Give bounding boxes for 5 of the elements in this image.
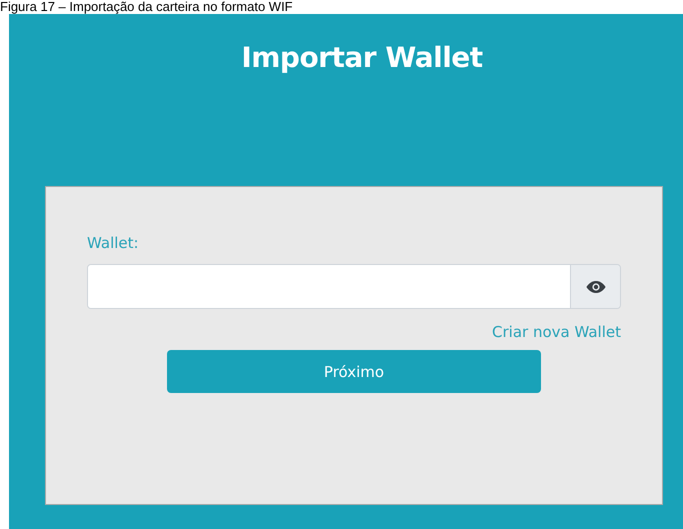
page-title: Importar Wallet (241, 41, 483, 74)
create-wallet-link[interactable]: Criar nova Wallet (492, 323, 621, 341)
figure-caption: Figura 17 – Importação da carteira no formato WIF (0, 0, 293, 14)
next-button[interactable]: Próximo (167, 350, 541, 393)
field-label: Wallet: (87, 234, 139, 252)
